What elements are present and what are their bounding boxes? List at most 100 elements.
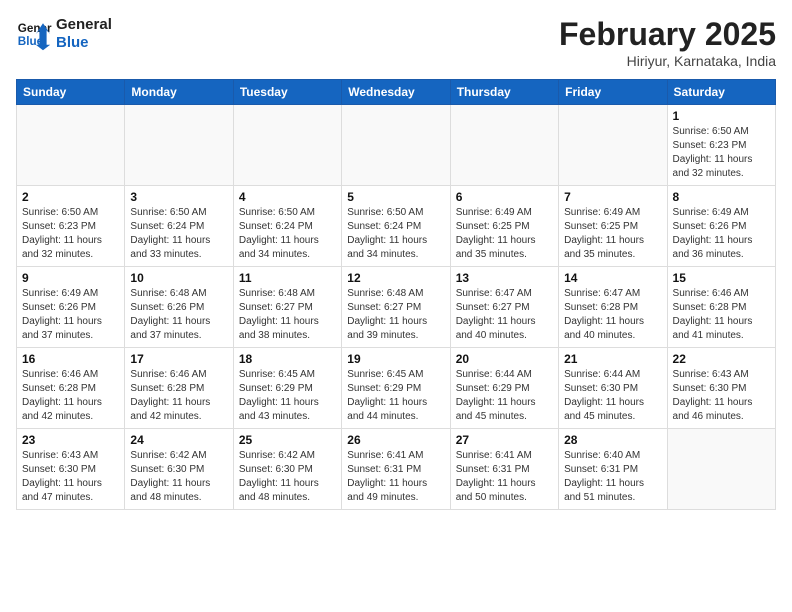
day-info: Sunrise: 6:48 AM Sunset: 6:26 PM Dayligh… — [130, 287, 227, 343]
day-number: 3 — [130, 190, 227, 204]
day-info: Sunrise: 6:47 AM Sunset: 6:28 PM Dayligh… — [564, 287, 661, 343]
logo-icon: General Blue — [16, 16, 52, 52]
month-title: February 2025 — [559, 16, 776, 53]
calendar-cell: 24Sunrise: 6:42 AM Sunset: 6:30 PM Dayli… — [125, 429, 233, 510]
day-info: Sunrise: 6:44 AM Sunset: 6:30 PM Dayligh… — [564, 368, 661, 424]
calendar-cell: 1 Sunrise: 6:50 AM Sunset: 6:23 PM Daylig… — [667, 105, 775, 186]
logo-general-text: General — [56, 16, 112, 34]
calendar-week-row: 23 Sunrise: 6:43 AM Sunset: 6:30 PM Dayli… — [17, 429, 776, 510]
day-info: Sunrise: 6:49 AM Sunset: 6:25 PM Dayligh… — [564, 206, 661, 262]
logo-blue-text: Blue — [56, 34, 112, 52]
calendar-cell: 23 Sunrise: 6:43 AM Sunset: 6:30 PM Dayli… — [17, 429, 125, 510]
calendar-week-row: 1 Sunrise: 6:50 AM Sunset: 6:23 PM Daylig… — [17, 105, 776, 186]
day-of-week-header: Saturday — [667, 80, 775, 105]
day-info: Sunrise: 6:46 AM Sunset: 6:28 PM Dayligh… — [673, 287, 770, 343]
day-info: Sunrise: 6:43 AM Sunset: 6:30 PM Dayligh… — [673, 368, 770, 424]
calendar-cell — [233, 105, 341, 186]
day-number: 22 — [673, 352, 770, 366]
day-number: 11 — [239, 271, 336, 285]
svg-text:General: General — [18, 22, 52, 35]
calendar-table: SundayMondayTuesdayWednesdayThursdayFrid… — [16, 79, 776, 510]
calendar-cell: 8Sunrise: 6:49 AM Sunset: 6:26 PM Daylig… — [667, 186, 775, 267]
day-info: Sunrise: 6:46 AM Sunset: 6:28 PM Dayligh… — [130, 368, 227, 424]
calendar-cell: 16Sunrise: 6:46 AM Sunset: 6:28 PM Dayli… — [17, 348, 125, 429]
day-info: Sunrise: 6:40 AM Sunset: 6:31 PM Dayligh… — [564, 449, 661, 505]
calendar-cell: 7 Sunrise: 6:49 AM Sunset: 6:25 PM Daylig… — [559, 186, 667, 267]
calendar-week-row: 2 Sunrise: 6:50 AM Sunset: 6:23 PM Daylig… — [17, 186, 776, 267]
day-number: 9 — [22, 271, 119, 285]
day-number: 18 — [239, 352, 336, 366]
day-number: 24 — [130, 433, 227, 447]
calendar-cell: 14 Sunrise: 6:47 AM Sunset: 6:28 PM Dayli… — [559, 267, 667, 348]
calendar-cell: 19 Sunrise: 6:45 AM Sunset: 6:29 PM Dayli… — [342, 348, 450, 429]
calendar-cell: 6 Sunrise: 6:49 AM Sunset: 6:25 PM Daylig… — [450, 186, 558, 267]
calendar-week-row: 9 Sunrise: 6:49 AM Sunset: 6:26 PM Daylig… — [17, 267, 776, 348]
logo: General Blue General Blue — [16, 16, 112, 52]
calendar-cell: 26 Sunrise: 6:41 AM Sunset: 6:31 PM Dayli… — [342, 429, 450, 510]
calendar-cell — [667, 429, 775, 510]
calendar-cell: 18 Sunrise: 6:45 AM Sunset: 6:29 PM Dayli… — [233, 348, 341, 429]
day-info: Sunrise: 6:50 AM Sunset: 6:23 PM Dayligh… — [22, 206, 119, 262]
calendar-cell — [125, 105, 233, 186]
calendar-cell: 27 Sunrise: 6:41 AM Sunset: 6:31 PM Dayli… — [450, 429, 558, 510]
title-block: February 2025 Hiriyur, Karnataka, India — [559, 16, 776, 69]
calendar-cell: 21Sunrise: 6:44 AM Sunset: 6:30 PM Dayli… — [559, 348, 667, 429]
calendar-cell — [17, 105, 125, 186]
day-info: Sunrise: 6:50 AM Sunset: 6:24 PM Dayligh… — [130, 206, 227, 262]
calendar-cell: 20Sunrise: 6:44 AM Sunset: 6:29 PM Dayli… — [450, 348, 558, 429]
day-info: Sunrise: 6:49 AM Sunset: 6:26 PM Dayligh… — [673, 206, 770, 262]
day-number: 7 — [564, 190, 661, 204]
day-number: 10 — [130, 271, 227, 285]
day-number: 13 — [456, 271, 553, 285]
day-info: Sunrise: 6:49 AM Sunset: 6:26 PM Dayligh… — [22, 287, 119, 343]
page-header: General Blue General Blue February 2025 … — [16, 16, 776, 69]
day-number: 2 — [22, 190, 119, 204]
day-info: Sunrise: 6:41 AM Sunset: 6:31 PM Dayligh… — [456, 449, 553, 505]
day-of-week-header: Tuesday — [233, 80, 341, 105]
day-number: 23 — [22, 433, 119, 447]
calendar-cell — [450, 105, 558, 186]
day-info: Sunrise: 6:47 AM Sunset: 6:27 PM Dayligh… — [456, 287, 553, 343]
day-info: Sunrise: 6:50 AM Sunset: 6:24 PM Dayligh… — [347, 206, 444, 262]
calendar-cell: 9 Sunrise: 6:49 AM Sunset: 6:26 PM Daylig… — [17, 267, 125, 348]
day-info: Sunrise: 6:50 AM Sunset: 6:24 PM Dayligh… — [239, 206, 336, 262]
calendar-cell: 12 Sunrise: 6:48 AM Sunset: 6:27 PM Dayli… — [342, 267, 450, 348]
day-info: Sunrise: 6:48 AM Sunset: 6:27 PM Dayligh… — [347, 287, 444, 343]
day-number: 12 — [347, 271, 444, 285]
day-number: 26 — [347, 433, 444, 447]
calendar-cell: 3 Sunrise: 6:50 AM Sunset: 6:24 PM Daylig… — [125, 186, 233, 267]
day-info: Sunrise: 6:43 AM Sunset: 6:30 PM Dayligh… — [22, 449, 119, 505]
calendar-cell: 13 Sunrise: 6:47 AM Sunset: 6:27 PM Dayli… — [450, 267, 558, 348]
day-number: 1 — [673, 109, 770, 123]
calendar-cell: 17Sunrise: 6:46 AM Sunset: 6:28 PM Dayli… — [125, 348, 233, 429]
day-of-week-header: Wednesday — [342, 80, 450, 105]
day-info: Sunrise: 6:49 AM Sunset: 6:25 PM Dayligh… — [456, 206, 553, 262]
calendar-header-row: SundayMondayTuesdayWednesdayThursdayFrid… — [17, 80, 776, 105]
day-info: Sunrise: 6:48 AM Sunset: 6:27 PM Dayligh… — [239, 287, 336, 343]
day-number: 5 — [347, 190, 444, 204]
calendar-cell: 10 Sunrise: 6:48 AM Sunset: 6:26 PM Dayli… — [125, 267, 233, 348]
day-of-week-header: Monday — [125, 80, 233, 105]
calendar-cell: 28 Sunrise: 6:40 AM Sunset: 6:31 PM Dayli… — [559, 429, 667, 510]
calendar-cell: 4 Sunrise: 6:50 AM Sunset: 6:24 PM Daylig… — [233, 186, 341, 267]
day-number: 27 — [456, 433, 553, 447]
day-number: 6 — [456, 190, 553, 204]
calendar-cell: 25Sunrise: 6:42 AM Sunset: 6:30 PM Dayli… — [233, 429, 341, 510]
day-info: Sunrise: 6:50 AM Sunset: 6:23 PM Dayligh… — [673, 125, 770, 181]
location-text: Hiriyur, Karnataka, India — [559, 53, 776, 69]
calendar-cell — [342, 105, 450, 186]
day-info: Sunrise: 6:44 AM Sunset: 6:29 PM Dayligh… — [456, 368, 553, 424]
day-number: 4 — [239, 190, 336, 204]
calendar-cell: 22 Sunrise: 6:43 AM Sunset: 6:30 PM Dayli… — [667, 348, 775, 429]
day-info: Sunrise: 6:45 AM Sunset: 6:29 PM Dayligh… — [347, 368, 444, 424]
day-number: 14 — [564, 271, 661, 285]
day-info: Sunrise: 6:41 AM Sunset: 6:31 PM Dayligh… — [347, 449, 444, 505]
day-of-week-header: Thursday — [450, 80, 558, 105]
day-info: Sunrise: 6:46 AM Sunset: 6:28 PM Dayligh… — [22, 368, 119, 424]
calendar-cell: 11 Sunrise: 6:48 AM Sunset: 6:27 PM Dayli… — [233, 267, 341, 348]
day-number: 19 — [347, 352, 444, 366]
calendar-cell: 15Sunrise: 6:46 AM Sunset: 6:28 PM Dayli… — [667, 267, 775, 348]
day-number: 28 — [564, 433, 661, 447]
day-info: Sunrise: 6:45 AM Sunset: 6:29 PM Dayligh… — [239, 368, 336, 424]
calendar-cell — [559, 105, 667, 186]
